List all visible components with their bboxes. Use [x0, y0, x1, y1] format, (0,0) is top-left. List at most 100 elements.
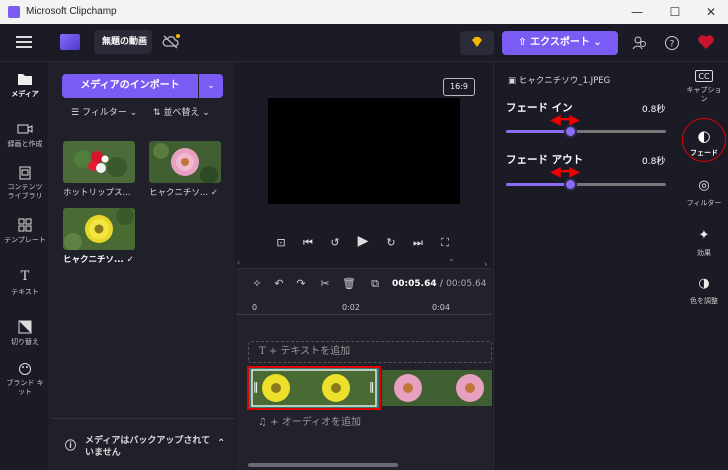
skip-forward-icon[interactable]: ⏭: [409, 236, 427, 250]
text-icon: T: [20, 269, 30, 284]
folder-icon: [17, 72, 33, 86]
add-text-track[interactable]: T + テキストを追加: [248, 341, 492, 363]
timeline-ruler[interactable]: 0 0:02 0:04: [236, 297, 492, 315]
rewind-5s-icon[interactable]: ↺: [326, 236, 344, 249]
selected-clip-highlight: [247, 366, 381, 410]
fullscreen-icon[interactable]: ⛶: [436, 236, 454, 250]
fade-in-slider[interactable]: [506, 125, 666, 138]
import-media-button[interactable]: メディアのインポート: [62, 74, 198, 98]
play-icon[interactable]: ▶: [354, 233, 372, 249]
media-thumbnail-zinnia-yellow[interactable]: [63, 208, 135, 250]
snapshot-icon[interactable]: ⊡: [272, 236, 290, 249]
text-icon: T: [259, 346, 269, 357]
media-panel: メディアのインポート ⌄ ☰ フィルター ⌄ ⇅ 並べ替え ⌄ ホットリップス.…: [51, 62, 235, 470]
selected-file-name: ▣ ヒャクニチソウ_1.JPEG: [508, 76, 611, 86]
magic-tools-icon[interactable]: ✧: [250, 277, 264, 290]
people-icon[interactable]: [632, 35, 648, 51]
add-audio-track[interactable]: ♫ + オーディオを追加: [248, 413, 492, 435]
slider-knob[interactable]: [564, 125, 577, 138]
preview-panel: 16:9 ⊡ ⏮ ↺ ▶ ↻ ⏭ ⛶ ‹ ⌄: [236, 62, 492, 268]
timeline-scrollbar[interactable]: [248, 463, 398, 467]
import-options-chevron-icon[interactable]: ⌄: [199, 74, 223, 98]
media-thumbnail-label: ヒャクニチソ... ✓: [63, 255, 134, 265]
image-icon: ▣: [508, 76, 519, 86]
duplicate-icon[interactable]: ⧉: [368, 277, 382, 291]
color-adjust-icon: ◑: [698, 276, 710, 291]
delete-icon[interactable]: 🗑: [342, 277, 356, 290]
help-icon[interactable]: ?: [664, 35, 680, 51]
rail-item-transitions[interactable]: 切り替え: [0, 320, 50, 347]
split-icon[interactable]: ✂: [318, 277, 332, 290]
rail-item-templates[interactable]: テンプレート: [0, 218, 50, 245]
fade-in-value: 0.8秒: [642, 105, 666, 115]
music-note-icon: ♫: [258, 417, 271, 428]
rail-item-text[interactable]: T テキスト: [0, 270, 50, 297]
premium-gem-button[interactable]: [460, 31, 494, 55]
chevron-down-icon: ⌄: [589, 37, 602, 48]
cloud-sync-off-icon[interactable]: [162, 34, 180, 50]
chevron-down-icon: ⌄: [126, 108, 138, 118]
expand-right-chevron-icon[interactable]: ›: [484, 260, 488, 270]
filter-button[interactable]: ☰ フィルター ⌄: [71, 108, 137, 119]
upload-icon: ⇧: [518, 37, 531, 48]
project-clapper-icon: [60, 34, 80, 50]
svg-text:?: ?: [670, 40, 675, 50]
transitions-icon: [17, 320, 33, 334]
sort-icon: ⇅: [153, 108, 164, 118]
clipchamp-logo-icon: [8, 6, 20, 18]
app-header: 無題の動画 ⇧ エクスポート ⌄ ?: [0, 24, 728, 62]
filter-icon: ◎: [698, 178, 710, 193]
media-thumbnail-label: ヒャクニチソ... ✓: [149, 188, 218, 198]
right-rail-item-fade[interactable]: ◐ フェード: [680, 128, 728, 158]
added-check-icon: ✓: [210, 188, 218, 198]
collapse-preview-chevron-icon[interactable]: ⌄: [448, 254, 455, 263]
brand-icon: [17, 362, 33, 376]
backup-notice: ⓘ メディアはバックアップされていません ⌃: [65, 436, 226, 458]
media-thumbnail-hot-lips[interactable]: [63, 141, 135, 183]
slider-knob[interactable]: [564, 178, 577, 191]
skip-back-icon[interactable]: ⏮: [299, 236, 317, 250]
fade-icon: ◐: [697, 127, 711, 145]
close-button[interactable]: ✕: [696, 2, 726, 22]
media-thumbnail-label: ホットリップス...: [63, 188, 131, 198]
right-rail-item-captions[interactable]: CC キャプション: [680, 70, 728, 104]
title-bar: Microsoft Clipchamp — ☐ ✕: [0, 0, 728, 24]
undo-icon[interactable]: ↶: [272, 277, 286, 290]
window-title: Microsoft Clipchamp: [26, 6, 117, 17]
media-thumbnail-zinnia-pink[interactable]: [149, 141, 221, 183]
slider-fill: [506, 183, 570, 186]
redo-icon[interactable]: ↷: [294, 277, 308, 290]
rail-item-media[interactable]: メディア: [0, 72, 50, 99]
right-rail-item-filters[interactable]: ◎ フィルター: [680, 178, 728, 208]
maximize-button[interactable]: ☐: [660, 2, 690, 22]
right-rail-item-color-adjust[interactable]: ◑ 色を調整: [680, 276, 728, 306]
red-arrow-annotation: ◀━▶: [550, 112, 580, 128]
filter-icon: ☰: [71, 108, 82, 118]
menu-icon[interactable]: [16, 36, 32, 48]
avatar[interactable]: [696, 32, 716, 52]
right-rail-item-effects[interactable]: ✦ 効果: [680, 228, 728, 258]
timeline-panel: ✧ ↶ ↷ ✂ 🗑 ⧉ 00:05.64 / 00:05.64 0 0:02 0…: [236, 268, 492, 470]
aspect-ratio-button[interactable]: 16:9: [443, 78, 475, 96]
right-rail: CC キャプション ◐ フェード ◎ フィルター ✦ 効果 ◑ 色を調整: [680, 62, 728, 470]
slider-fill: [506, 130, 570, 133]
trim-handle-left-icon[interactable]: ‖: [253, 380, 259, 393]
collapse-chevron-icon[interactable]: ⌃: [217, 438, 225, 450]
project-name-field[interactable]: 無題の動画: [94, 30, 152, 54]
fade-out-value: 0.8秒: [642, 157, 666, 167]
export-button[interactable]: ⇧ エクスポート ⌄: [502, 31, 618, 55]
fade-out-slider[interactable]: [506, 178, 666, 191]
rail-item-content-library[interactable]: コンテンツ ライブラリ: [0, 166, 50, 201]
minimize-button[interactable]: —: [622, 2, 652, 22]
info-icon: ⓘ: [65, 439, 76, 452]
sort-button[interactable]: ⇅ 並べ替え ⌄: [153, 108, 210, 119]
ruler-tick: 0:02: [342, 303, 360, 312]
ruler-tick: 0:04: [432, 303, 450, 312]
captions-icon: CC: [695, 70, 713, 82]
red-arrow-annotation: ◀━▶: [550, 164, 580, 180]
rail-item-brand-kit[interactable]: ブランド キット: [0, 362, 50, 397]
trim-handle-right-icon[interactable]: ‖: [369, 380, 375, 393]
rail-item-record[interactable]: 録画と作成: [0, 122, 50, 149]
collapse-left-chevron-icon[interactable]: ‹: [237, 258, 240, 267]
forward-5s-icon[interactable]: ↻: [382, 236, 400, 249]
